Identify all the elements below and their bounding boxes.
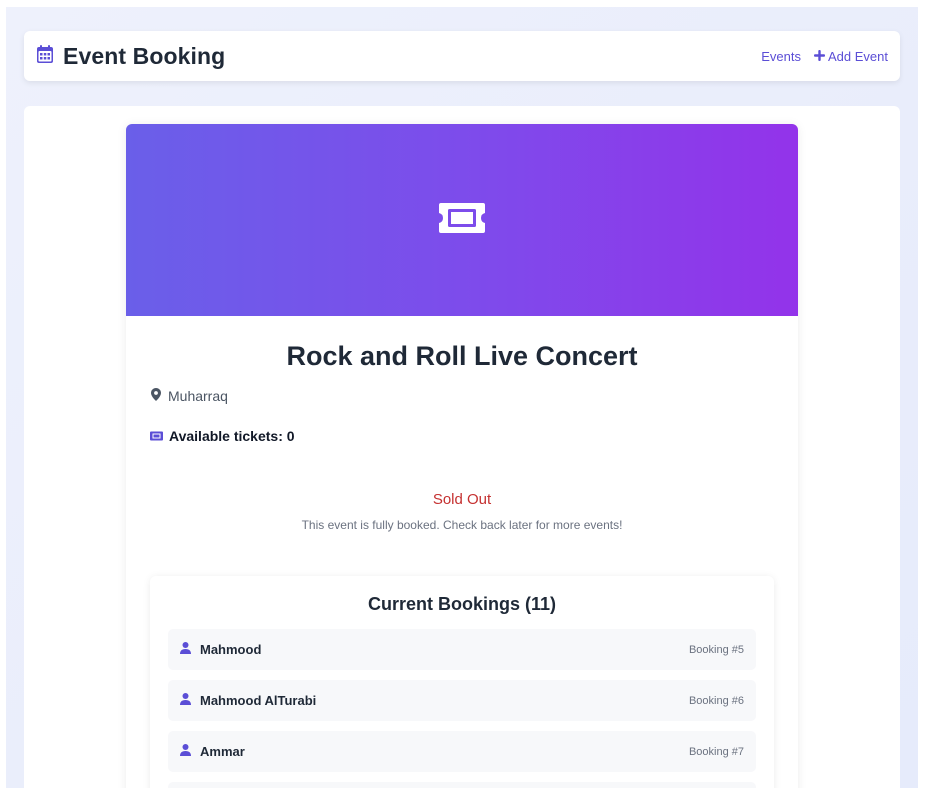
booking-number: Booking #5 [688, 643, 744, 656]
nav-add-event-link[interactable]: Add Event [814, 49, 888, 64]
booking-name-text: Mahmood [200, 642, 262, 657]
brand-title: Event Booking [63, 42, 226, 69]
booking-name: Mahmood [180, 642, 261, 657]
current-bookings-panel: Current Bookings (11) Mahmood Booking #5 [150, 576, 774, 788]
current-bookings-title: Current Bookings (11) [367, 594, 557, 614]
booking-row: Ammar Booking #7 [168, 731, 756, 772]
booking-number: Booking #6 [688, 694, 744, 707]
booking-name-text: Mahmood AlTurabi [200, 693, 317, 708]
main-content: Rock and Roll Live Concert Muharraq Avai… [24, 106, 900, 788]
user-icon [180, 744, 191, 759]
plus-icon [814, 49, 825, 64]
user-icon [180, 642, 191, 657]
booking-name: Mahmood AlTurabi [180, 693, 316, 708]
nav-events-link[interactable]: Events [761, 49, 801, 64]
map-pin-icon [151, 388, 161, 404]
event-location: Muharraq [151, 388, 798, 404]
available-tickets-text: Available tickets: 0 [169, 428, 295, 444]
sold-out-message: This event is fully booked. Check back l… [301, 518, 623, 532]
booking-row: Mahmood AlTurabi Booking #6 [168, 680, 756, 721]
page-background: Event Booking Events Add Event Rock and … [6, 7, 918, 788]
booking-name: Ammar [180, 744, 245, 759]
event-card: Rock and Roll Live Concert Muharraq Avai… [126, 124, 798, 788]
ticket-icon [438, 201, 486, 240]
ticket-small-icon [150, 428, 163, 444]
nav-events-label: Events [761, 48, 801, 64]
booking-number: Booking #7 [688, 745, 744, 758]
brand[interactable]: Event Booking [37, 43, 225, 70]
navbar: Event Booking Events Add Event [24, 31, 900, 81]
nav-add-event-label: Add Event [828, 48, 888, 64]
available-tickets: Available tickets: 0 [150, 428, 798, 444]
booking-row: Mahmood Booking #5 [168, 629, 756, 670]
event-hero-banner [126, 124, 798, 316]
booking-name-text: Ammar [200, 744, 245, 759]
user-icon [180, 693, 191, 708]
sold-out-label: Sold Out [432, 491, 492, 508]
event-location-text: Muharraq [168, 388, 228, 404]
nav-links: Events Add Event [761, 49, 888, 64]
booking-row-partial [168, 782, 756, 788]
event-title: Rock and Roll Live Concert [286, 341, 638, 371]
calendar-icon [37, 44, 53, 68]
